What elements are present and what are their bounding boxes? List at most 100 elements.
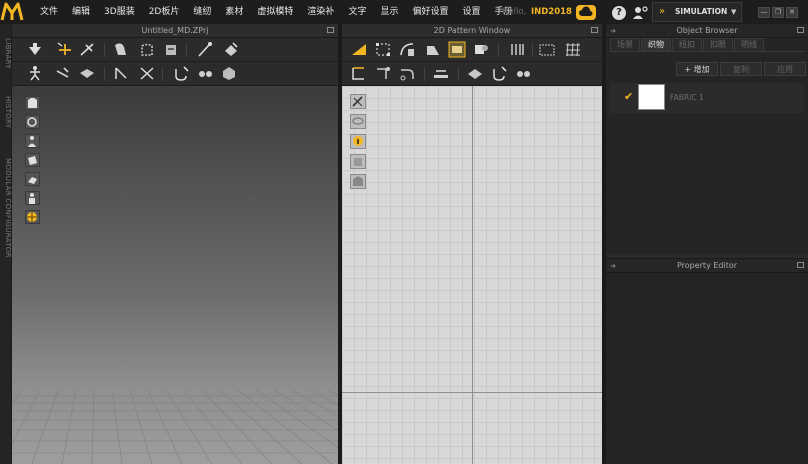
gizmo-tool-icon[interactable] (56, 41, 74, 58)
steam-tool-icon[interactable] (54, 65, 72, 82)
menu-item[interactable]: 设置 (455, 0, 487, 24)
mode-label: SIMULATION (675, 7, 728, 16)
simulation-chevrons-icon: » (659, 6, 666, 17)
menu-item[interactable]: 文字 (341, 0, 373, 24)
object-browser-tab[interactable]: 扣眼 (703, 38, 733, 51)
3d-window-title: Untitled_MD.ZPrj (12, 24, 338, 38)
edit-curvature-icon[interactable] (398, 41, 416, 58)
pattern-info-icon[interactable] (350, 134, 366, 149)
edit-pattern-icon[interactable] (374, 41, 392, 58)
segment-sewing-3d-icon[interactable] (138, 65, 156, 82)
tape-tool-icon[interactable] (432, 65, 450, 82)
grid-pattern-icon[interactable] (564, 41, 582, 58)
object-browser-tab[interactable]: 明线 (734, 38, 764, 51)
show-sewing-lines-icon[interactable] (350, 94, 366, 109)
free-sewing-icon[interactable] (374, 65, 392, 82)
symmetry-pattern-icon[interactable] (538, 41, 556, 58)
menu-item[interactable]: 缝纫 (186, 0, 218, 24)
2d-pen-tool-icon[interactable] (490, 65, 508, 82)
undock-icon[interactable] (591, 27, 598, 33)
show-pins-icon[interactable] (25, 115, 40, 129)
flatten-tool-icon[interactable] (78, 65, 96, 82)
tab-library[interactable]: LIBRARY (0, 38, 12, 69)
avatar-display-icon[interactable] (25, 191, 40, 205)
object-browser-tab[interactable]: 织物 (641, 38, 671, 51)
object-browser-tab[interactable]: 纽扣 (672, 38, 702, 51)
segment-sewing-icon[interactable] (350, 65, 368, 82)
avatar-settings-button[interactable] (632, 5, 648, 20)
3d-viewport[interactable] (12, 86, 338, 464)
list-item[interactable]: ✔ FABRIC 1 (610, 83, 804, 113)
edit-sewing-icon[interactable] (398, 65, 416, 82)
edit-graphic-icon[interactable] (472, 41, 490, 58)
2d-button-tool-icon[interactable] (514, 65, 532, 82)
marvelous-designer-logo-icon[interactable] (0, 0, 24, 24)
cloud-button[interactable] (576, 5, 596, 20)
pin-icon[interactable]: ➜ (609, 27, 617, 35)
close-button[interactable]: ✕ (786, 7, 798, 18)
show-garment-icon[interactable] (25, 96, 40, 110)
select-move-tool-icon[interactable] (26, 41, 44, 58)
tab-history[interactable]: HISTORY (0, 96, 12, 128)
pin-tool-icon[interactable] (196, 41, 214, 58)
user-name[interactable]: IND2018 (531, 7, 572, 17)
menu-item[interactable]: 显示 (373, 0, 405, 24)
show-avatar-icon[interactable] (25, 134, 40, 148)
mode-selector[interactable]: » SIMULATION ▼ (652, 2, 742, 22)
edit-sewing-3d-icon[interactable] (112, 65, 130, 82)
show-surface-icon[interactable] (25, 172, 40, 186)
menu-item[interactable]: 素材 (218, 0, 250, 24)
menu-item[interactable]: 编辑 (65, 0, 97, 24)
transform-pattern-icon[interactable] (350, 41, 368, 58)
user-greeting: Hello, IND2018 (502, 0, 572, 24)
menu-item[interactable]: 渲染补 (300, 0, 341, 24)
edit-texture-icon[interactable] (448, 41, 466, 58)
undock-icon[interactable] (797, 27, 804, 33)
help-button[interactable]: ? (612, 6, 626, 20)
2d-window-title: 2D Pattern Window (342, 24, 602, 38)
texture-display-icon[interactable] (25, 210, 40, 224)
object-browser-tab[interactable]: 场景 (610, 38, 640, 51)
menu-item[interactable]: 3D服装 (97, 0, 142, 24)
avatar-pose-tool-icon[interactable] (26, 65, 44, 82)
add-button[interactable]: + 增加 (676, 62, 718, 76)
menu-item[interactable]: 文件 (33, 0, 65, 24)
fold-arrangement-tool-icon[interactable] (112, 41, 130, 58)
toolbar-separator (104, 43, 105, 57)
user-gear-icon (633, 6, 648, 19)
apply-button[interactable]: 应用 (764, 62, 806, 76)
show-baseline-icon[interactable] (350, 114, 366, 129)
copy-button[interactable]: 复制 (720, 62, 762, 76)
3d-topstitch-tool-icon[interactable] (220, 65, 238, 82)
3d-button-tool-icon[interactable] (196, 65, 214, 82)
fold-2d-icon[interactable] (466, 65, 484, 82)
2d-pattern-canvas[interactable] (342, 86, 602, 464)
help-icon: ? (616, 7, 622, 18)
minimize-button[interactable]: — (758, 7, 770, 18)
undock-icon[interactable] (327, 27, 334, 33)
fabric-name: FABRIC 1 (670, 93, 704, 102)
tack-tool-icon[interactable] (222, 41, 240, 58)
menu-item[interactable]: 偏好设置 (405, 0, 455, 24)
tab-modular-configurator[interactable]: MODULAR CONFIGURATOR (0, 158, 12, 258)
menu-item[interactable]: 虚拟模特 (250, 0, 300, 24)
object-browser-panel: ➜ Object Browser 场景 织物 纽扣 扣眼 明线 + 增加 复制 应用 ✔… (606, 24, 808, 254)
3d-pen-tool-icon[interactable] (172, 65, 190, 82)
arrangement-tool-icon[interactable] (138, 41, 156, 58)
menu-item[interactable]: 2D板片 (142, 0, 187, 24)
pin-icon[interactable]: ➜ (609, 262, 617, 270)
add-point-icon[interactable] (424, 41, 442, 58)
3d-window-title-text: Untitled_MD.ZPrj (141, 26, 209, 35)
undock-icon[interactable] (797, 262, 804, 268)
side-tab-strip: LIBRARY HISTORY MODULAR CONFIGURATOR (0, 24, 12, 464)
show-fabric-icon[interactable] (25, 153, 40, 167)
tab-divider (610, 51, 804, 52)
show-pattern-icon[interactable] (350, 154, 366, 169)
internal-line-icon[interactable] (508, 41, 526, 58)
show-texture-2d-icon[interactable] (350, 174, 366, 189)
maximize-button[interactable]: ❐ (772, 7, 784, 18)
toolbar-separator (424, 67, 425, 81)
reset-2d-arrangement-icon[interactable] (162, 41, 180, 58)
select-mesh-tool-icon[interactable] (78, 41, 96, 58)
toolbar-separator (104, 67, 105, 81)
